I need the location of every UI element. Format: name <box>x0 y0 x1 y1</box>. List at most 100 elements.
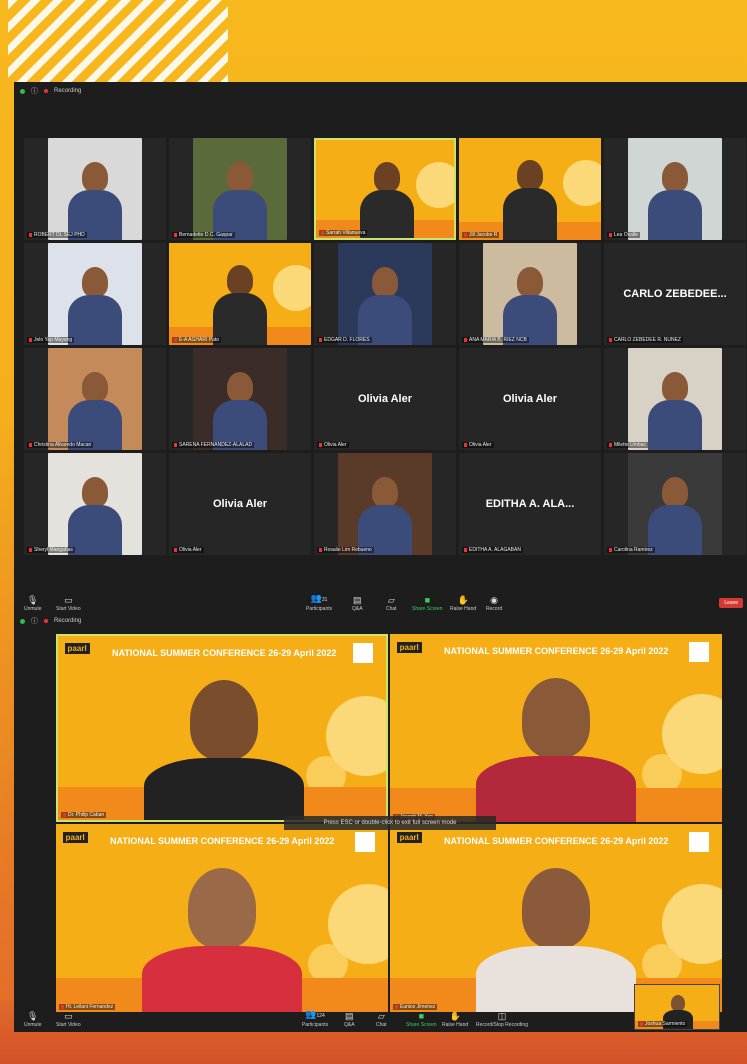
conference-dates: 26-29 April 2022 <box>266 836 335 846</box>
participant-tile[interactable]: ROBERT DL SEJ PHD <box>24 138 166 240</box>
participant-name-label: SARENA FERNANDEZ-ALALAD <box>172 442 255 448</box>
participant-tile[interactable]: Olivia Aler Olivia Aler <box>169 453 311 555</box>
participant-tile[interactable]: ANA MARIA B. RIEZ NCB <box>459 243 601 345</box>
microphone-icon: 🎙 <box>27 1011 39 1021</box>
participant-tile[interactable]: Jill Jacobe R <box>459 138 601 240</box>
participant-body <box>476 946 636 1012</box>
conference-dates: 26-29 April 2022 <box>268 648 337 658</box>
participant-name-label: Sheryl Mangahas <box>27 547 75 553</box>
participant-name-label: Rosalie Lim Rebueno <box>317 547 374 553</box>
participant-tile[interactable]: Olivia Aler Olivia Aler <box>459 348 601 450</box>
participant-head <box>662 162 688 192</box>
participant-tile[interactable]: Olivia Aler Olivia Aler <box>314 348 456 450</box>
info-icon[interactable]: ⓘ <box>31 616 38 626</box>
participant-body <box>142 946 302 1012</box>
chat-button[interactable]: ▱ Chat <box>376 1012 387 1029</box>
record-button[interactable]: ◉ Record <box>486 596 502 613</box>
qa-button[interactable]: ▤ Q&A <box>352 595 363 613</box>
participant-head <box>372 267 398 297</box>
qa-button[interactable]: ▤ Q&A <box>344 1011 355 1029</box>
participant-body <box>648 190 702 240</box>
participant-tile[interactable]: EDITHA A. ALA... EDITHA A. ALAGABAN <box>459 453 601 555</box>
security-shield-icon[interactable] <box>20 88 25 94</box>
slide-circle <box>273 265 311 311</box>
participant-body <box>648 505 702 555</box>
speaker-name-label: Dr. Philip Caban <box>61 812 107 818</box>
participant-name-label: Olivia Aler <box>172 547 204 553</box>
participant-tile[interactable]: CARLO ZEBEDEE... CARLO ZEBEDEE R. NUÑEZ <box>604 243 746 345</box>
participant-tile[interactable]: Carolina Ramirez <box>604 453 746 555</box>
recording-dot-icon <box>44 619 48 623</box>
video-camera-icon: ▭ <box>64 595 73 605</box>
slide-circle <box>563 160 601 206</box>
conference-title-text: NATIONAL SUMMER CONFERENCE <box>112 648 266 658</box>
participant-display-name: EDITHA A. ALA... <box>485 498 575 510</box>
speaker-tile[interactable]: paarl NATIONAL SUMMER CONFERENCE 26-29 Ap… <box>56 824 388 1012</box>
meeting-toolbar-2: 🎙 Unmute ▭ Start Video 👥124 Participants… <box>14 1006 747 1032</box>
participant-tile[interactable]: Christina Albaredo Macan <box>24 348 166 450</box>
participant-tile[interactable]: Jelo Yap Mayang <box>24 243 166 345</box>
participant-tile[interactable]: Sarrah Villanueva <box>314 138 456 240</box>
participant-head <box>662 477 688 507</box>
participant-tile[interactable]: Rosalie Lim Rebueno <box>314 453 456 555</box>
participant-head <box>374 162 400 192</box>
conference-title-text: NATIONAL SUMMER CONFERENCE <box>444 646 598 656</box>
participant-head <box>662 372 688 402</box>
participant-tile[interactable]: Milette Umbac <box>604 348 746 450</box>
chat-icon: ▱ <box>387 595 395 605</box>
org-logo: paarl <box>62 831 88 843</box>
mute-button[interactable]: 🎙 Unmute <box>24 1011 42 1029</box>
participant-head <box>517 267 543 297</box>
share-screen-button[interactable]: ■ Share Screen <box>406 1011 437 1029</box>
conference-title: NATIONAL SUMMER CONFERENCE 26-29 April 2… <box>112 648 336 658</box>
qa-icon: ▤ <box>353 595 362 605</box>
info-icon[interactable]: ⓘ <box>31 86 38 96</box>
qa-icon: ▤ <box>345 1011 354 1021</box>
share-screen-icon: ■ <box>418 1011 424 1021</box>
participant-body <box>68 505 122 555</box>
participant-display-name: Olivia Aler <box>212 498 267 510</box>
participant-body <box>503 188 557 240</box>
decorative-stripes <box>8 0 228 82</box>
participant-head <box>517 160 543 190</box>
participant-tile[interactable]: E-A AGHARI Pato <box>169 243 311 345</box>
participants-button[interactable]: 👥31 Participants <box>306 594 332 613</box>
participant-name-label: Jelo Yap Mayang <box>27 337 75 343</box>
hand-icon: ✋ <box>449 1011 461 1021</box>
participant-head <box>188 868 256 948</box>
participant-body <box>144 758 304 820</box>
participants-button[interactable]: 👥124 Participants <box>302 1010 328 1029</box>
participant-name-label: ANA MARIA B. RIEZ NCB <box>462 337 529 343</box>
participant-tile[interactable]: EDGAR D. FLORES <box>314 243 456 345</box>
hand-icon: ✋ <box>457 595 469 605</box>
participant-body <box>360 190 414 238</box>
participant-name-label: Sarrah Villanueva <box>319 230 368 236</box>
raise-hand-button[interactable]: ✋ Raise Hand <box>442 1011 468 1029</box>
participant-tile[interactable]: Sheryl Mangahas <box>24 453 166 555</box>
security-shield-icon[interactable] <box>20 618 25 624</box>
participant-name-label: CARLO ZEBEDEE R. NUÑEZ <box>607 337 683 343</box>
participant-name-label: Christina Albaredo Macan <box>27 442 94 448</box>
participant-head <box>522 678 590 758</box>
participant-tile[interactable]: Lea Ovalle <box>604 138 746 240</box>
participant-tile[interactable]: Bernadette D.C. Gaspar <box>169 138 311 240</box>
conference-title-text: NATIONAL SUMMER CONFERENCE <box>444 836 598 846</box>
raise-hand-button[interactable]: ✋ Raise Hand <box>450 595 476 613</box>
start-video-button[interactable]: ▭ Start Video <box>56 1012 81 1029</box>
participant-name-label: EDITHA A. ALAGABAN <box>462 547 523 553</box>
participant-name-label: E-A AGHARI Pato <box>172 337 222 343</box>
record-icon: ◫ <box>497 1011 507 1021</box>
record-button[interactable]: ◫ Record/Stop Recording <box>476 1011 528 1029</box>
share-screen-button[interactable]: ■ Share Screen <box>412 596 443 613</box>
leave-button[interactable]: Leave <box>719 598 743 608</box>
speaker-tile[interactable]: paarl NATIONAL SUMMER CONFERENCE 26-29 Ap… <box>56 634 388 822</box>
participant-head <box>372 477 398 507</box>
start-video-button[interactable]: ▭ Start Video <box>56 595 81 613</box>
participant-tile[interactable]: SARENA FERNANDEZ-ALALAD <box>169 348 311 450</box>
mute-button[interactable]: 🎙 Unmute <box>24 596 42 613</box>
participant-display-name: CARLO ZEBEDEE... <box>623 288 727 300</box>
chat-button[interactable]: ▱ Chat <box>386 595 397 613</box>
participant-head <box>82 372 108 402</box>
qr-code <box>688 831 709 852</box>
speaker-tile[interactable]: paarl NATIONAL SUMMER CONFERENCE 26-29 Ap… <box>390 634 722 822</box>
